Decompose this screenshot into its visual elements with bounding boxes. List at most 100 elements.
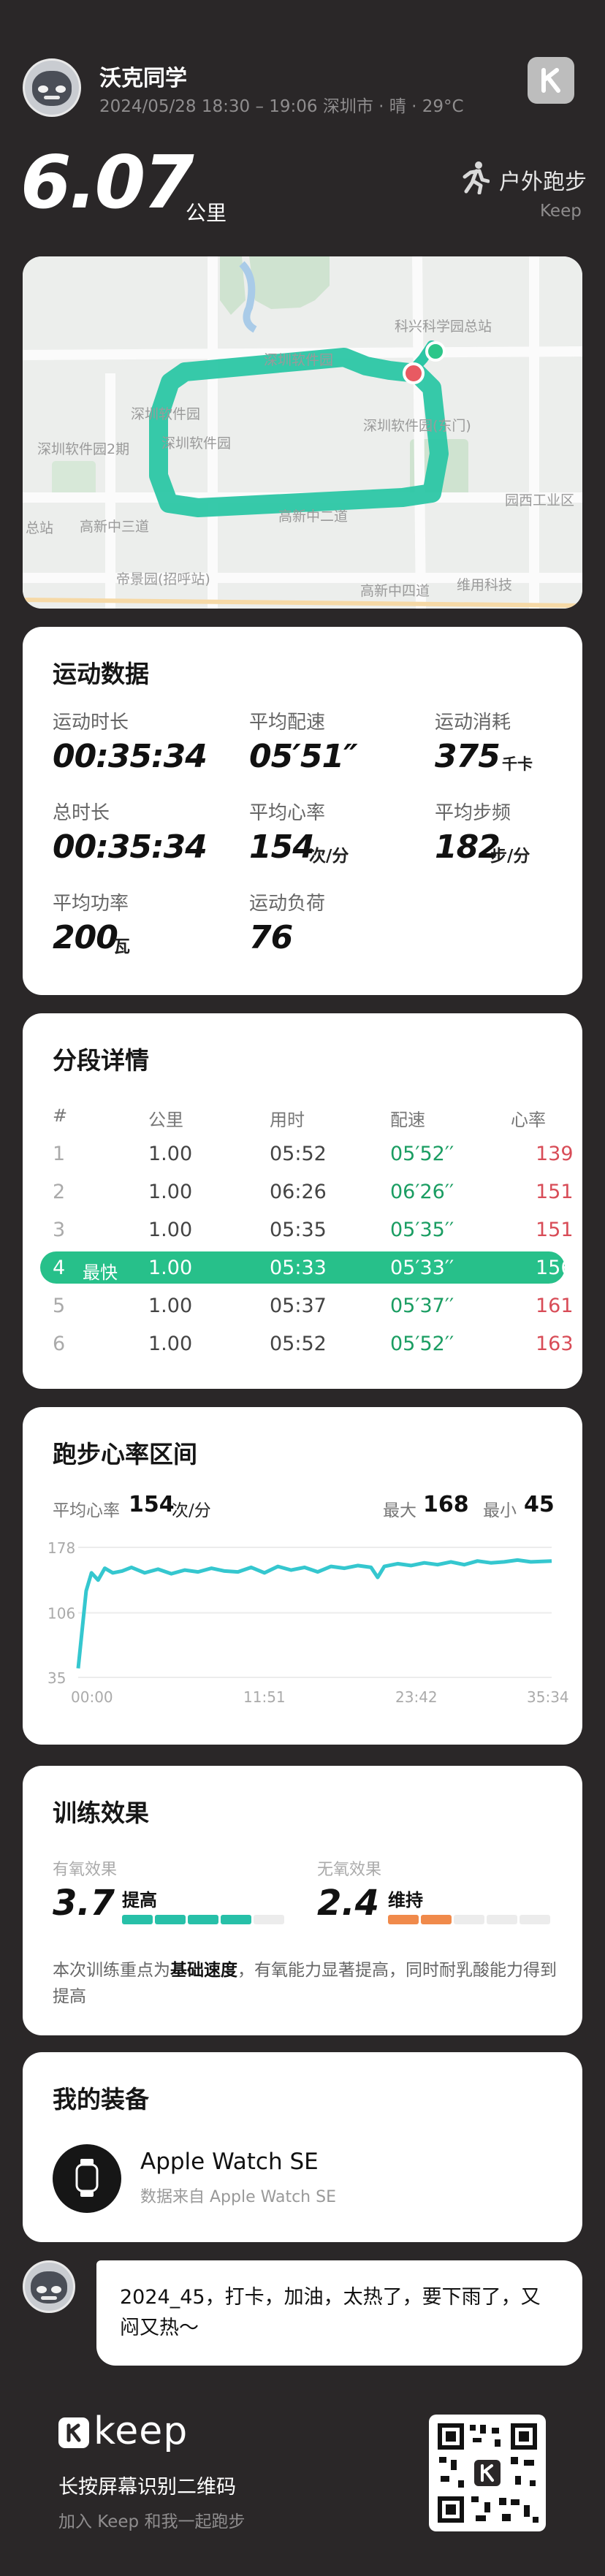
card-title: 运动数据 bbox=[53, 660, 149, 688]
workout-stats-card: 运动数据 运动时长 00:35:34 平均配速 05′51″ 运动消耗 375 … bbox=[23, 627, 582, 995]
column-header: 心率 bbox=[511, 1110, 546, 1130]
split-pace: 05′35′′ bbox=[390, 1219, 454, 1241]
level-segment bbox=[221, 1915, 251, 1924]
split-km: 1.00 bbox=[148, 1143, 193, 1165]
split-time: 05:52 bbox=[270, 1333, 327, 1355]
brand-label: Keep bbox=[540, 202, 582, 221]
level-segment bbox=[454, 1915, 484, 1924]
y-tick-label: 106 bbox=[47, 1605, 75, 1623]
split-row: 6 1.00 05:52 05′52′′ 163 bbox=[40, 1327, 574, 1360]
stat-value: 00:35:34 bbox=[53, 738, 208, 775]
split-pace: 05′37′′ bbox=[390, 1295, 454, 1317]
level-segment bbox=[155, 1915, 186, 1924]
level-segment bbox=[254, 1915, 284, 1924]
column-header: # bbox=[53, 1105, 68, 1126]
workout-meta: 2024/05/28 18:30 – 19:06 深圳市 · 晴 · 29°C bbox=[99, 97, 464, 116]
device-name[interactable]: Apple Watch SE bbox=[140, 2149, 319, 2175]
split-row: 5 1.00 05:37 05′37′′ 161 bbox=[40, 1289, 574, 1322]
split-hr: 151 bbox=[536, 1219, 574, 1241]
stat-label: 运动负荷 bbox=[249, 893, 326, 915]
split-pace: 05′33′′ bbox=[390, 1257, 454, 1279]
comment-avatar[interactable] bbox=[23, 2260, 75, 2313]
training-focus: 基础速度 bbox=[170, 1961, 237, 1980]
map-label: 维用科技 bbox=[457, 577, 512, 593]
avg-hr-label: 平均心率 bbox=[53, 1501, 120, 1520]
split-row-fastest: 4 最快 1.00 05:33 05′33′′ 156 bbox=[40, 1251, 574, 1284]
level-segment bbox=[388, 1915, 419, 1924]
anaerobic-value: 2.4 bbox=[317, 1883, 380, 1924]
qr-hint: 长按屏幕识别二维码 bbox=[58, 2476, 236, 2499]
watch-icon[interactable] bbox=[53, 2144, 121, 2213]
training-note: 本次训练重点为基础速度，有氧能力显著提高，同时耐乳酸能力得到提高 bbox=[53, 1957, 564, 2010]
anaerobic-label: 无氧效果 bbox=[317, 1861, 382, 1879]
level-segment bbox=[487, 1915, 517, 1924]
gear-card: 我的装备 Apple Watch SE 数据来自 Apple Watch SE bbox=[23, 2052, 582, 2242]
split-hr: 163 bbox=[536, 1333, 574, 1355]
map-label: 深圳软件园 bbox=[264, 352, 333, 368]
map-label: 帝景园(招呼站) bbox=[116, 571, 210, 587]
keep-k-icon bbox=[66, 2423, 81, 2442]
max-hr-value: 168 bbox=[423, 1492, 469, 1517]
split-row: 2 1.00 06:26 06′26′′ 151 bbox=[40, 1175, 574, 1208]
max-hr-label: 最大 bbox=[383, 1501, 416, 1520]
distance-unit: 公里 bbox=[186, 201, 227, 225]
training-effect-card: 训练效果 有氧效果 3.7 提高 无氧效果 2.4 维持 本次训练重点为基础速度… bbox=[23, 1766, 582, 2035]
map-label: 园西工业区 bbox=[505, 492, 574, 508]
user-avatar[interactable] bbox=[23, 58, 81, 117]
heart-rate-line bbox=[76, 1558, 552, 1669]
y-tick-label: 178 bbox=[47, 1539, 75, 1557]
x-tick-label: 23:42 bbox=[395, 1688, 438, 1706]
split-km: 1.00 bbox=[148, 1295, 193, 1317]
map-label: 高新中三道 bbox=[80, 519, 149, 535]
device-source: 数据来自 Apple Watch SE bbox=[140, 2188, 336, 2206]
heart-rate-card: 跑步心率区间 平均心率 154 次/分 最大 168 最小 45 178 106 3… bbox=[23, 1407, 582, 1745]
stat-value: 375 bbox=[435, 738, 501, 775]
column-header: 配速 bbox=[390, 1110, 425, 1130]
stat-value: 154 bbox=[249, 828, 315, 866]
stat-label: 平均功率 bbox=[53, 893, 129, 915]
sport-type: 户外跑步 bbox=[499, 169, 587, 195]
route-map[interactable]: 科兴科学园总站 深圳软件园 深圳软件园 深圳软件园(东门) 深圳软件园2期 深圳… bbox=[23, 256, 582, 609]
fastest-badge: 最快 bbox=[83, 1262, 118, 1283]
training-note-pre: 本次训练重点为 bbox=[53, 1961, 170, 1980]
splits-card: 分段详情 # 公里 用时 配速 心率 1 1.00 05:52 05′52′′ … bbox=[23, 1013, 582, 1389]
min-hr-label: 最小 bbox=[483, 1501, 517, 1520]
split-index: 5 bbox=[53, 1295, 66, 1317]
stat-label: 平均心率 bbox=[249, 802, 326, 824]
stat-label: 平均配速 bbox=[249, 712, 326, 733]
split-row: 3 1.00 05:35 05′35′′ 151 bbox=[40, 1213, 574, 1246]
map-label: 深圳软件园(东门) bbox=[363, 418, 471, 434]
avg-hr-value: 154 bbox=[129, 1492, 175, 1517]
split-pace: 05′52′′ bbox=[390, 1143, 454, 1165]
qr-code[interactable] bbox=[429, 2415, 546, 2531]
stat-unit: 千卡 bbox=[502, 755, 533, 773]
split-pace: 06′26′′ bbox=[390, 1181, 454, 1203]
split-index: 1 bbox=[53, 1143, 66, 1165]
min-hr-value: 45 bbox=[524, 1492, 555, 1517]
stat-unit: 次/分 bbox=[309, 847, 349, 866]
aerobic-value: 3.7 bbox=[53, 1883, 115, 1924]
runner-icon bbox=[463, 161, 490, 194]
stat-value: 05′51″ bbox=[249, 738, 358, 775]
card-title: 分段详情 bbox=[53, 1046, 149, 1075]
split-index: 3 bbox=[53, 1219, 66, 1241]
split-time: 05:52 bbox=[270, 1143, 327, 1165]
split-hr: 151 bbox=[536, 1181, 574, 1203]
stat-unit: 步/分 bbox=[490, 847, 530, 866]
heart-rate-chart: 178 106 35 00:00 11:51 23:42 35:34 bbox=[47, 1539, 569, 1706]
map-label: 深圳软件园 bbox=[161, 435, 231, 451]
y-tick-label: 35 bbox=[47, 1669, 66, 1687]
split-index: 2 bbox=[53, 1181, 66, 1203]
map-label: 总站 bbox=[26, 520, 53, 536]
stat-label: 总时长 bbox=[53, 802, 110, 824]
stat-value: 00:35:34 bbox=[53, 828, 208, 866]
split-hr: 161 bbox=[536, 1295, 574, 1317]
invite-text: 加入 Keep 和我一起跑步 bbox=[58, 2512, 246, 2531]
level-segment bbox=[520, 1915, 550, 1924]
keep-logo-button[interactable] bbox=[528, 57, 574, 104]
split-time: 06:26 bbox=[270, 1181, 327, 1203]
stat-label: 运动消耗 bbox=[435, 712, 511, 733]
split-index: 4 bbox=[53, 1257, 66, 1279]
comment-bubble: 2024_45，打卡，加油，太热了，要下雨了，又闷又热～ bbox=[96, 2260, 582, 2366]
x-tick-label: 00:00 bbox=[71, 1688, 113, 1706]
